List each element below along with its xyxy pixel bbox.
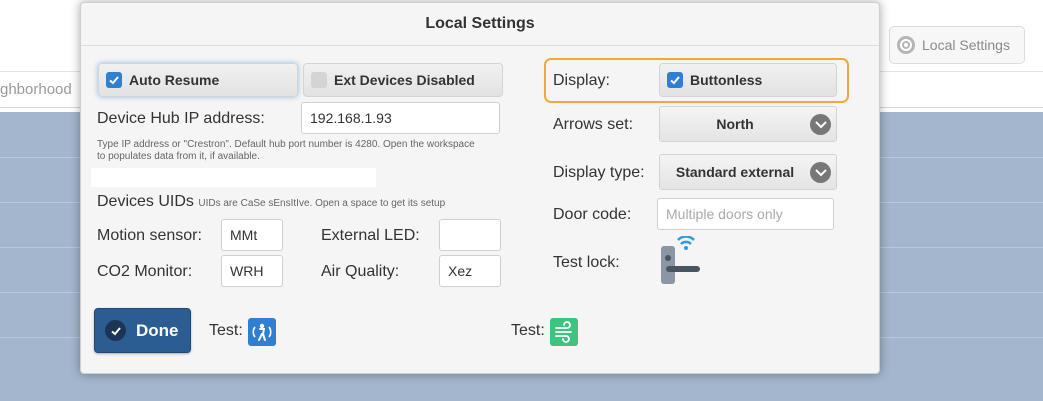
- test-lock-label: Test lock:: [553, 254, 620, 271]
- dialog-header: Local Settings: [81, 3, 879, 46]
- chevron-down-icon: [810, 162, 831, 183]
- checkbox-checked-icon: [106, 72, 122, 88]
- air-quality-input[interactable]: [439, 255, 501, 287]
- local-settings-dialog: Local Settings Auto Resume Ext Devices D…: [80, 2, 880, 374]
- air-quality-label: Air Quality:: [321, 263, 400, 280]
- auto-resume-label: Auto Resume: [129, 72, 220, 88]
- test-air-label: Test:: [511, 322, 545, 339]
- test-motion-label: Test:: [209, 322, 243, 339]
- dialog-title: Local Settings: [425, 15, 535, 32]
- hub-ip-label: Device Hub IP address:: [97, 110, 265, 127]
- blank-strip: [91, 168, 376, 187]
- air-quality-icon[interactable]: [550, 318, 578, 346]
- local-settings-button[interactable]: Local Settings: [889, 26, 1025, 64]
- done-button[interactable]: Done: [94, 308, 191, 353]
- devices-uids-title: Devices UIDs: [97, 193, 194, 210]
- door-code-label: Door code:: [553, 206, 632, 223]
- motion-sensor-label: Motion sensor:: [97, 227, 202, 244]
- devices-uids-section: Devices UIDs UIDs are CaSe sEnsItIve. Op…: [97, 193, 445, 211]
- door-code-input[interactable]: [657, 198, 834, 230]
- motion-sensor-icon[interactable]: [248, 318, 276, 346]
- arrows-set-value: North: [716, 116, 754, 132]
- motion-sensor-input[interactable]: [221, 219, 283, 251]
- display-type-label: Display type:: [553, 164, 645, 181]
- display-label: Display:: [553, 72, 610, 89]
- co2-monitor-label: CO2 Monitor:: [97, 263, 193, 280]
- gear-icon: [897, 36, 915, 54]
- checkbox-checked-icon: [667, 72, 683, 88]
- check-circle-icon: [105, 320, 126, 341]
- smart-lock-icon[interactable]: [657, 236, 701, 286]
- co2-monitor-input[interactable]: [221, 255, 283, 287]
- buttonless-toggle[interactable]: Buttonless: [659, 63, 837, 97]
- checkbox-unchecked-icon: [311, 72, 327, 88]
- display-type-value: Standard external: [675, 164, 795, 180]
- done-label: Done: [136, 320, 179, 340]
- chevron-down-icon: [810, 114, 831, 135]
- devices-uids-note: UIDs are CaSe sEnsItIve. Open a space to…: [198, 198, 446, 209]
- hub-ip-input[interactable]: [301, 102, 500, 134]
- buttonless-label: Buttonless: [690, 72, 763, 88]
- external-led-label: External LED:: [321, 227, 420, 244]
- ext-devices-disabled-toggle[interactable]: Ext Devices Disabled: [303, 63, 503, 97]
- local-settings-label: Local Settings: [922, 37, 1010, 53]
- ext-devices-disabled-label: Ext Devices Disabled: [334, 72, 475, 88]
- hub-ip-help-text: Type IP address or "Crestron". Default h…: [97, 139, 475, 162]
- display-type-select[interactable]: Standard external: [659, 154, 837, 190]
- external-led-input[interactable]: [439, 219, 501, 251]
- arrows-set-label: Arrows set:: [553, 116, 634, 133]
- auto-resume-toggle[interactable]: Auto Resume: [98, 63, 298, 97]
- neighborhood-label: ghborhood: [0, 81, 72, 98]
- arrows-set-select[interactable]: North: [659, 106, 837, 142]
